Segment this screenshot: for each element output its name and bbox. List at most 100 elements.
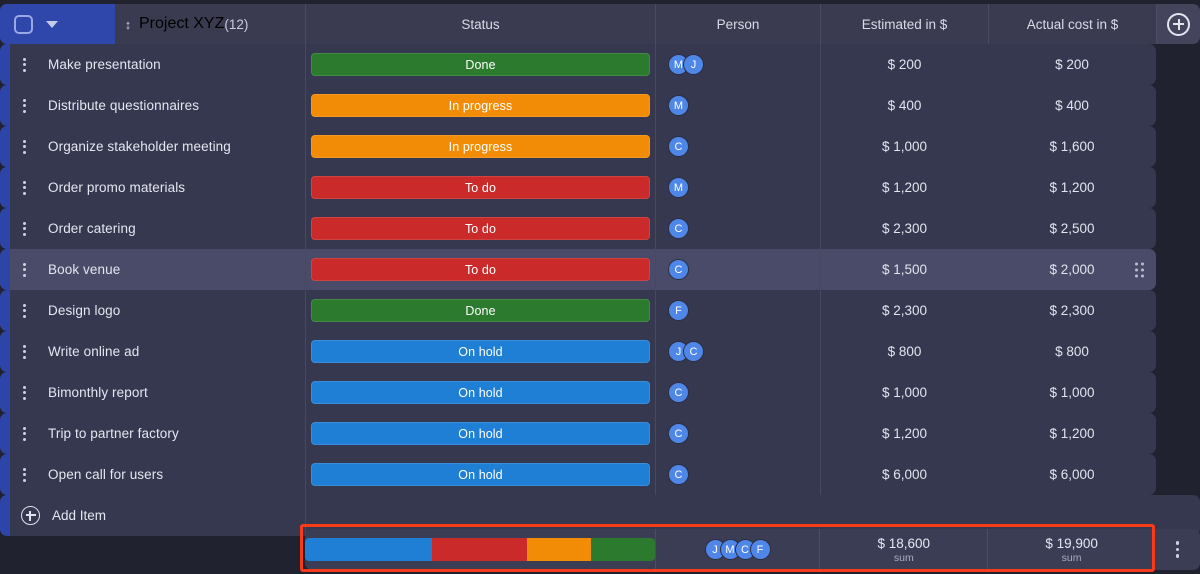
person-cell[interactable]: F [655,290,820,331]
avatar[interactable]: C [668,136,689,157]
status-badge[interactable]: Done [311,299,650,322]
person-cell[interactable]: M [655,85,820,126]
actual-cell[interactable]: $ 1,600 [988,126,1156,167]
row-menu-button[interactable] [10,426,38,441]
status-cell[interactable]: To do [305,208,655,249]
table-row[interactable]: Order promo materials To do M $ 1,200 $ … [0,167,1200,208]
status-cell[interactable]: Done [305,44,655,85]
avatar[interactable]: C [668,423,689,444]
table-row[interactable]: Make presentation Done MJ $ 200 $ 200 [0,44,1200,85]
row-menu-button[interactable] [10,303,38,318]
avatar[interactable]: C [668,464,689,485]
status-cell[interactable]: On hold [305,372,655,413]
summary-person-cell[interactable]: JMCF [654,529,820,570]
person-cell[interactable]: C [655,126,820,167]
actual-cell[interactable]: $ 400 [988,85,1156,126]
actual-cell[interactable]: $ 200 [988,44,1156,85]
row-menu-button[interactable] [10,344,38,359]
row-name-cell[interactable]: Organize stakeholder meeting [0,126,305,167]
status-badge[interactable]: To do [311,258,650,281]
status-cell[interactable]: On hold [305,454,655,495]
avatar[interactable]: C [683,341,704,362]
person-cell[interactable]: M [655,167,820,208]
status-badge[interactable]: In progress [311,135,650,158]
row-name-cell[interactable]: Make presentation [0,44,305,85]
table-row[interactable]: Order catering To do C $ 2,300 $ 2,500 [0,208,1200,249]
row-name-cell[interactable]: Open call for users [0,454,305,495]
table-row[interactable]: Trip to partner factory On hold C $ 1,20… [0,413,1200,454]
estimated-cell[interactable]: $ 1,000 [820,126,988,167]
person-cell[interactable]: C [655,208,820,249]
status-cell[interactable]: To do [305,167,655,208]
table-row[interactable]: Open call for users On hold C $ 6,000 $ … [0,454,1200,495]
avatar[interactable]: C [668,382,689,403]
row-name-cell[interactable]: Trip to partner factory [0,413,305,454]
status-badge[interactable]: Done [311,53,650,76]
status-cell[interactable]: On hold [305,331,655,372]
status-cell[interactable]: To do [305,249,655,290]
summary-status-cell[interactable] [305,529,655,570]
chevron-down-icon[interactable] [46,20,58,28]
summary-estimated-cell[interactable]: $ 18,600 sum [819,529,987,570]
estimated-cell[interactable]: $ 1,500 [820,249,988,290]
actual-cell[interactable]: $ 2,000 [988,249,1156,290]
summary-menu-button[interactable] [1155,529,1200,570]
row-menu-button[interactable] [10,180,38,195]
estimated-cell[interactable]: $ 400 [820,85,988,126]
row-name-cell[interactable]: Book venue [0,249,305,290]
status-badge[interactable]: On hold [311,463,650,486]
avatar[interactable]: F [749,539,771,560]
estimated-cell[interactable]: $ 1,200 [820,167,988,208]
row-name-cell[interactable]: Order promo materials [0,167,305,208]
status-badge[interactable]: On hold [311,381,650,404]
person-cell[interactable]: JC [655,331,820,372]
row-name-cell[interactable]: Order catering [0,208,305,249]
actual-cell[interactable]: $ 1,000 [988,372,1156,413]
table-row[interactable]: Book venue To do C $ 1,500 $ 2,000 [0,249,1200,290]
row-menu-button[interactable] [10,139,38,154]
actual-cell[interactable]: $ 2,500 [988,208,1156,249]
avatar[interactable]: C [668,218,689,239]
column-header-actual[interactable]: Actual cost in $ [988,4,1156,44]
row-name-cell[interactable]: Write online ad [0,331,305,372]
status-cell[interactable]: Done [305,290,655,331]
row-name-cell[interactable]: Bimonthly report [0,372,305,413]
updown-arrow-icon[interactable]: ↕ [117,18,139,31]
status-cell[interactable]: In progress [305,126,655,167]
actual-cell[interactable]: $ 800 [988,331,1156,372]
select-all-checkbox[interactable] [14,14,33,34]
row-menu-button[interactable] [10,262,38,277]
person-cell[interactable]: C [655,413,820,454]
row-name-cell[interactable]: Distribute questionnaires [0,85,305,126]
column-header-status[interactable]: Status [305,4,655,44]
add-item-cell[interactable]: Add Item [0,495,305,536]
avatar[interactable]: J [683,54,704,75]
table-row[interactable]: Distribute questionnaires In progress M … [0,85,1200,126]
actual-cell[interactable]: $ 1,200 [988,413,1156,454]
status-badge[interactable]: On hold [311,422,650,445]
actual-cell[interactable]: $ 6,000 [988,454,1156,495]
person-cell[interactable]: MJ [655,44,820,85]
column-header-person[interactable]: Person [655,4,820,44]
person-cell[interactable]: C [655,454,820,495]
row-menu-button[interactable] [10,385,38,400]
row-name-cell[interactable]: Design logo [0,290,305,331]
estimated-cell[interactable]: $ 6,000 [820,454,988,495]
column-header-estimated[interactable]: Estimated in $ [820,4,988,44]
status-badge[interactable]: In progress [311,94,650,117]
group-controls[interactable] [0,4,115,44]
row-menu-button[interactable] [10,98,38,113]
status-cell[interactable]: In progress [305,85,655,126]
estimated-cell[interactable]: $ 2,300 [820,290,988,331]
estimated-cell[interactable]: $ 2,300 [820,208,988,249]
avatar[interactable]: F [668,300,689,321]
table-row[interactable]: Design logo Done F $ 2,300 $ 2,300 [0,290,1200,331]
person-cell[interactable]: C [655,372,820,413]
status-badge[interactable]: On hold [311,340,650,363]
avatar[interactable]: M [668,177,689,198]
status-badge[interactable]: To do [311,176,650,199]
status-badge[interactable]: To do [311,217,650,240]
avatar[interactable]: M [668,95,689,116]
summary-actual-cell[interactable]: $ 19,900 sum [987,529,1155,570]
status-cell[interactable]: On hold [305,413,655,454]
